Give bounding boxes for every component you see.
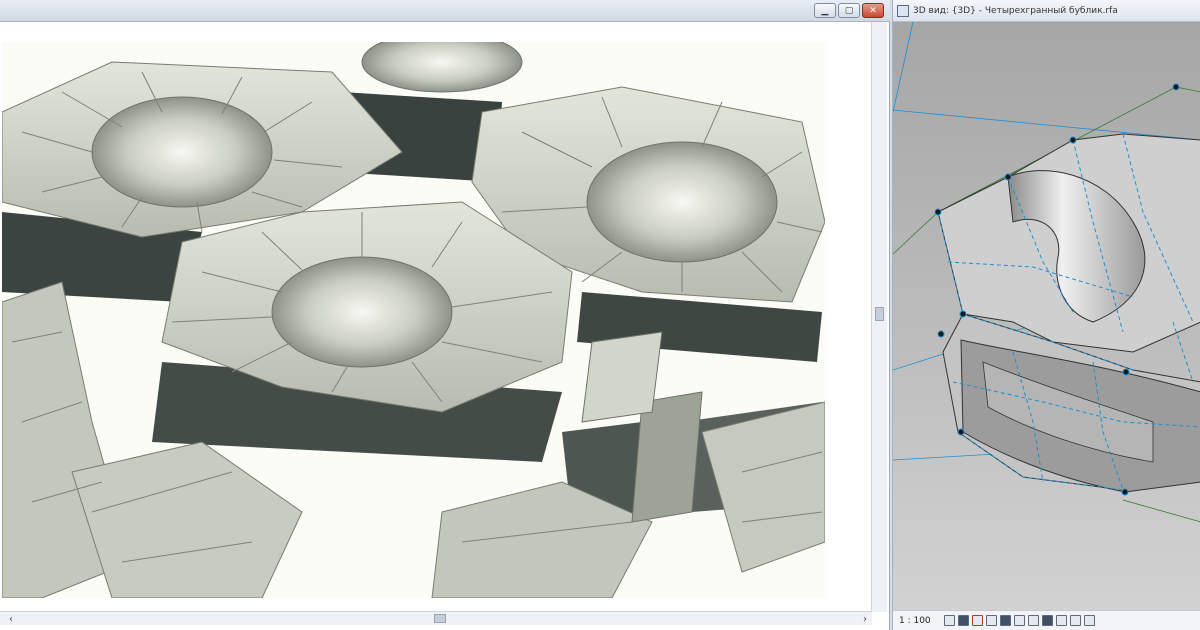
render-window-titlebar: ▁ ▢ ✕ [0,0,890,22]
vertical-scroll-thumb[interactable] [875,307,884,321]
temp-hide-icon[interactable] [1055,615,1067,626]
view-document-icon [897,4,909,17]
render-window: ▁ ▢ ✕ ‹ › [0,0,890,630]
rendered-torus-lattice-image [2,42,825,598]
view-scale[interactable]: 1 : 100 [899,616,931,626]
vertical-scrollbar[interactable] [871,22,887,612]
show-crop-icon[interactable] [1027,615,1039,626]
close-button[interactable]: ✕ [862,3,884,18]
lock-view-icon[interactable] [1041,615,1053,626]
maximize-button[interactable]: ▢ [838,3,860,18]
3d-model-viewport[interactable] [893,22,1200,610]
horizontal-scroll-thumb[interactable] [434,614,446,623]
3d-view-window: 3D вид: {3D} - Четырехгранный бублик.rfa [892,0,1200,630]
window-controls: ▁ ▢ ✕ [814,3,884,18]
crop-icon[interactable] [1013,615,1025,626]
horizontal-scrollbar[interactable]: ‹ › [0,611,872,625]
3d-view-title: 3D вид: {3D} - Четырехгранный бублик.rfa [913,5,1118,16]
3d-view-titlebar: 3D вид: {3D} - Четырехгранный бублик.rfa [893,0,1200,22]
visual-style-icon[interactable] [957,615,969,626]
minimize-button[interactable]: ▁ [814,3,836,18]
sun-path-icon[interactable] [971,615,983,626]
scroll-left-arrow-icon[interactable]: ‹ [4,612,18,626]
analysis-icon[interactable] [1083,615,1095,626]
reveal-hidden-icon[interactable] [1069,615,1081,626]
scroll-right-arrow-icon[interactable]: › [858,612,872,626]
shadows-icon[interactable] [985,615,997,626]
screen: ▁ ▢ ✕ ‹ › 3D вид: {3D} - Четырехгранный … [0,0,1200,630]
render-icon[interactable] [999,615,1011,626]
view-control-bar: 1 : 100 [893,610,1200,630]
detail-level-icon[interactable] [943,615,955,626]
render-canvas [0,22,870,612]
